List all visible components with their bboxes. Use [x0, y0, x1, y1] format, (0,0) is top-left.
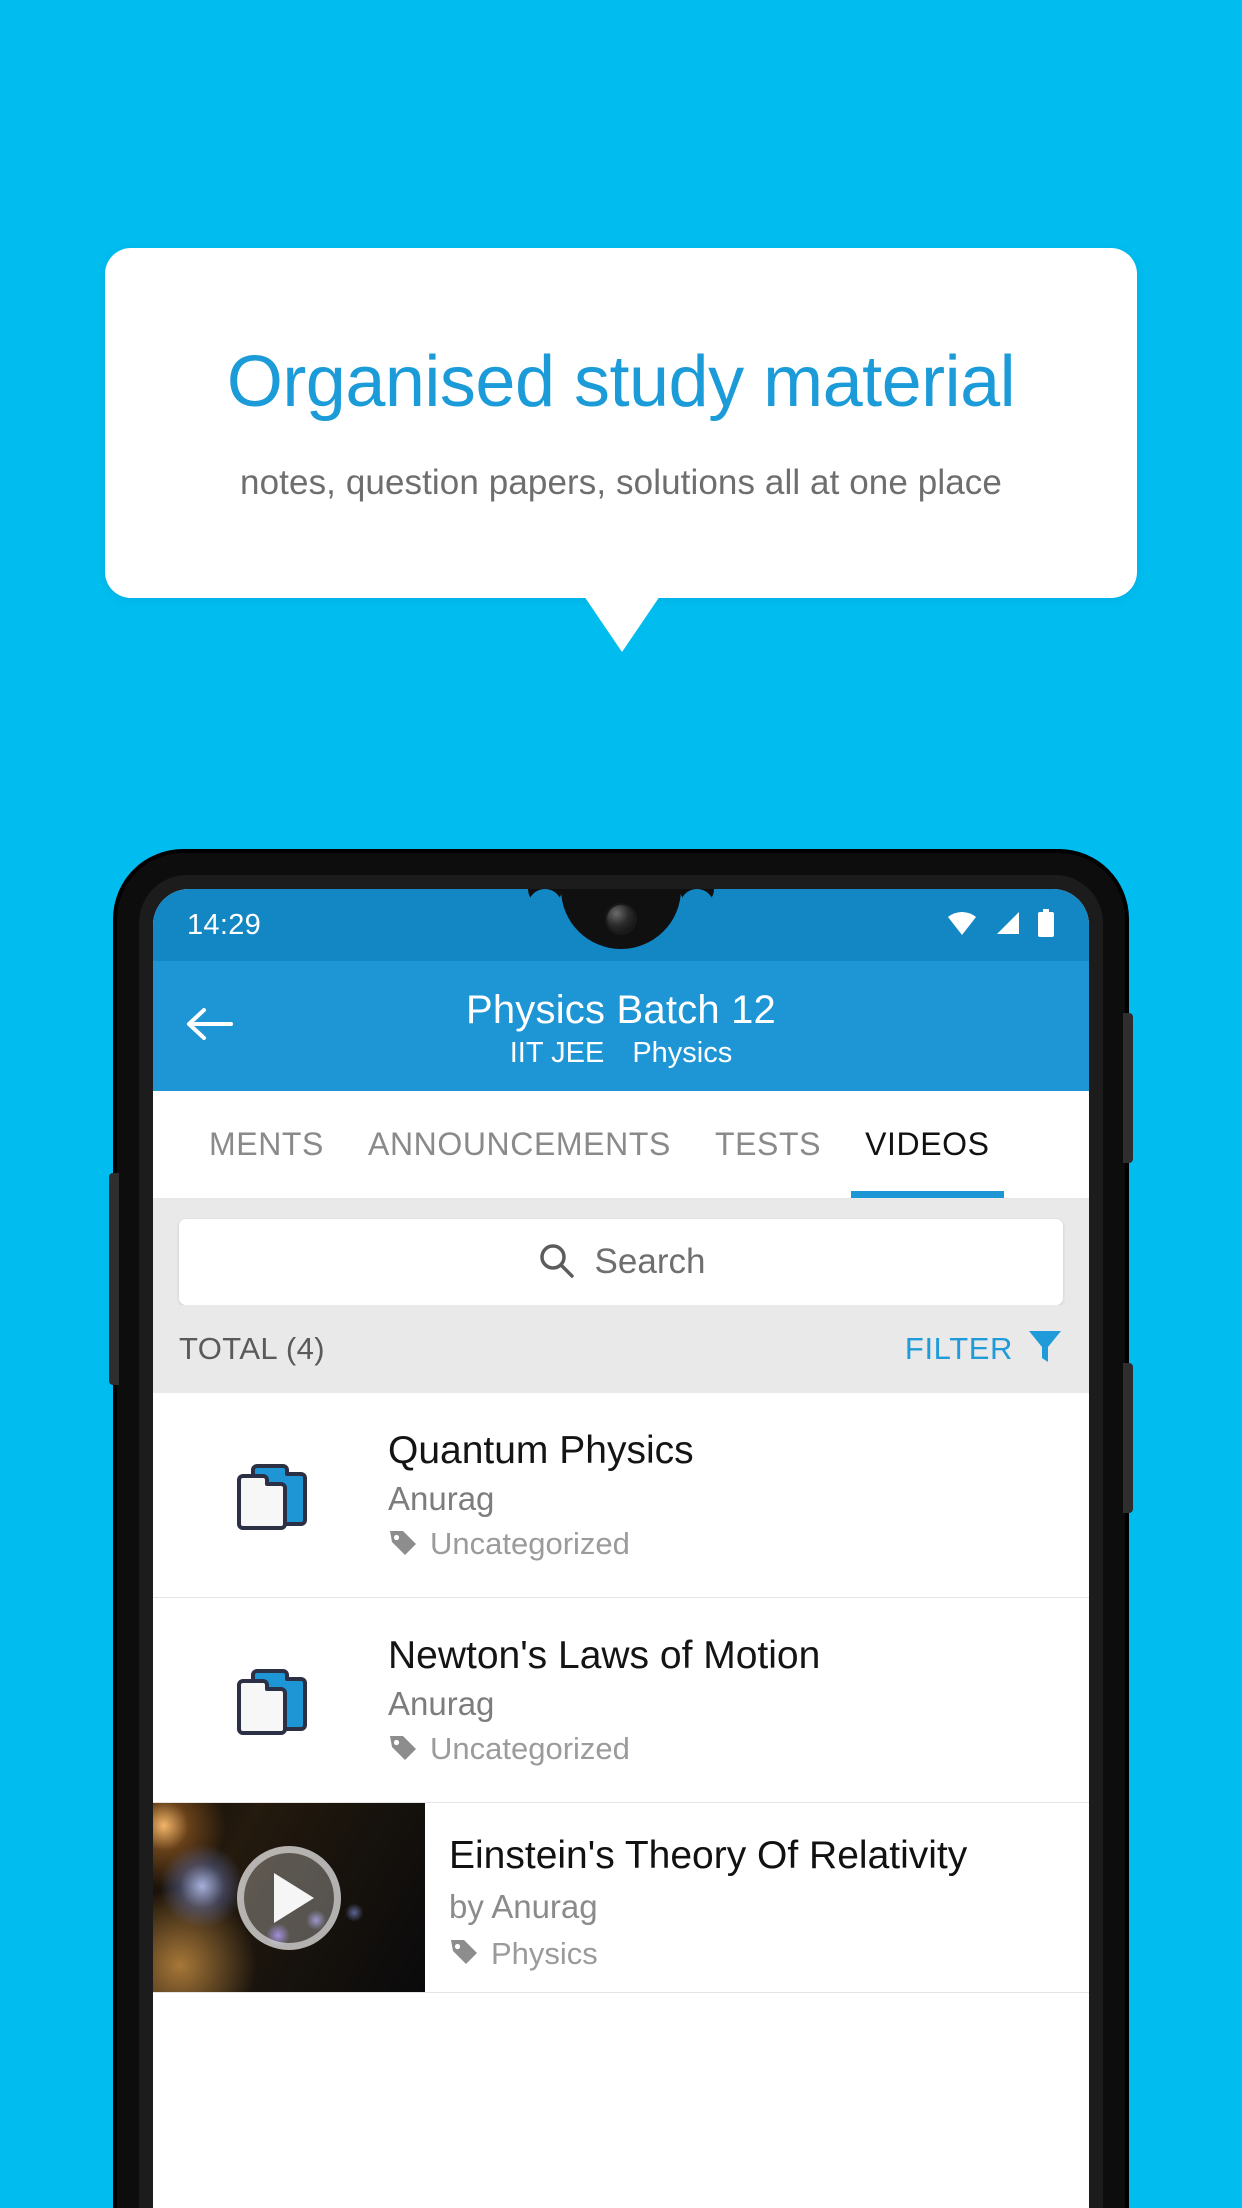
breadcrumb-subject: Physics — [632, 1036, 733, 1069]
tab-tests[interactable]: TESTS — [693, 1091, 843, 1198]
list-item[interactable]: Einstein's Theory Of Relativity by Anura… — [153, 1803, 1089, 1993]
tag-icon — [449, 1936, 479, 1971]
phone-volume-button[interactable] — [109, 1173, 119, 1385]
list-header: TOTAL (4) FILTER — [153, 1305, 1089, 1393]
list-item-author: Anurag — [388, 1480, 495, 1518]
list-item-tag-label: Uncategorized — [430, 1526, 630, 1562]
tab-announcements[interactable]: ANNOUNCEMENTS — [346, 1091, 693, 1198]
list-item-tag: Physics — [449, 1936, 1071, 1972]
status-bar: 14:29 — [153, 889, 1089, 961]
breadcrumb-exam: IIT JEE — [509, 1036, 605, 1069]
signal-icon — [993, 910, 1021, 941]
folder-icon — [153, 1661, 388, 1739]
callout-bubble: Organised study material notes, question… — [105, 248, 1137, 598]
phone-bezel: 14:29 Physics Batch 12 IIT JEE Physics M… — [139, 875, 1103, 2208]
phone-assistant-button[interactable] — [1123, 1363, 1133, 1513]
status-bar-icons — [947, 908, 1055, 942]
status-bar-clock: 14:29 — [187, 908, 262, 941]
list-item-author: Anurag — [388, 1685, 495, 1723]
list-item-author: by Anurag — [449, 1887, 598, 1925]
content-list: Quantum Physics Anurag Uncategorized New… — [153, 1393, 1089, 1993]
video-thumbnail[interactable] — [153, 1803, 425, 1992]
tab-bar: MENTS ANNOUNCEMENTS TESTS VIDEOS — [153, 1091, 1089, 1199]
list-item-title: Newton's Laws of Motion — [388, 1633, 821, 1677]
app-bar-titles: Physics Batch 12 IIT JEE Physics — [153, 983, 1089, 1070]
wifi-icon — [947, 910, 977, 941]
battery-icon — [1037, 908, 1055, 942]
list-item-tag-label: Uncategorized — [430, 1731, 630, 1767]
list-item[interactable]: Quantum Physics Anurag Uncategorized — [153, 1393, 1089, 1598]
play-icon[interactable] — [237, 1845, 341, 1950]
front-camera-icon — [607, 905, 635, 933]
filter-label: FILTER — [904, 1331, 1013, 1366]
breadcrumb: IIT JEE Physics — [153, 1037, 1089, 1070]
callout-subtitle: notes, question papers, solutions all at… — [240, 462, 1002, 502]
tab-videos[interactable]: VIDEOS — [843, 1091, 1012, 1198]
total-count-label: TOTAL (4) — [179, 1331, 325, 1366]
search-placeholder: Search — [594, 1242, 706, 1281]
phone-power-button[interactable] — [1123, 1013, 1133, 1163]
list-item[interactable]: Newton's Laws of Motion Anurag Uncategor… — [153, 1598, 1089, 1803]
play-triangle — [273, 1872, 314, 1923]
app-bar: Physics Batch 12 IIT JEE Physics — [153, 961, 1089, 1091]
search-input[interactable]: Search — [179, 1219, 1063, 1305]
notch-left-curve — [528, 889, 562, 923]
phone-screen: 14:29 Physics Batch 12 IIT JEE Physics M… — [153, 889, 1089, 2208]
list-item-title: Einstein's Theory Of Relativity — [449, 1834, 968, 1877]
folder-icon — [153, 1456, 388, 1534]
tag-icon — [388, 1527, 418, 1562]
page-title: Physics Batch 12 — [465, 987, 777, 1032]
search-zone: Search — [153, 1199, 1089, 1305]
list-item-title: Quantum Physics — [388, 1428, 694, 1472]
search-icon — [537, 1241, 575, 1284]
back-button[interactable] — [181, 997, 239, 1055]
arrow-left-icon — [186, 1004, 234, 1049]
callout-tail — [584, 596, 660, 652]
notch-right-curve — [680, 889, 714, 923]
tab-assignments[interactable]: MENTS — [187, 1091, 346, 1198]
phone-mockup: 14:29 Physics Batch 12 IIT JEE Physics M… — [109, 853, 1133, 2208]
notch — [536, 889, 706, 955]
funnel-icon — [1027, 1328, 1063, 1371]
list-item-text: Einstein's Theory Of Relativity by Anura… — [425, 1803, 1089, 1992]
list-item-tag: Uncategorized — [388, 1731, 1069, 1767]
list-item-tag: Uncategorized — [388, 1526, 1069, 1562]
list-item-text: Newton's Laws of Motion Anurag Uncategor… — [388, 1633, 1089, 1768]
callout-title: Organised study material — [226, 342, 1016, 423]
list-item-tag-label: Physics — [491, 1935, 598, 1971]
notch-waterdrop — [561, 889, 681, 949]
tag-icon — [388, 1732, 418, 1767]
list-item-text: Quantum Physics Anurag Uncategorized — [388, 1428, 1089, 1563]
filter-button[interactable]: FILTER — [905, 1328, 1063, 1371]
